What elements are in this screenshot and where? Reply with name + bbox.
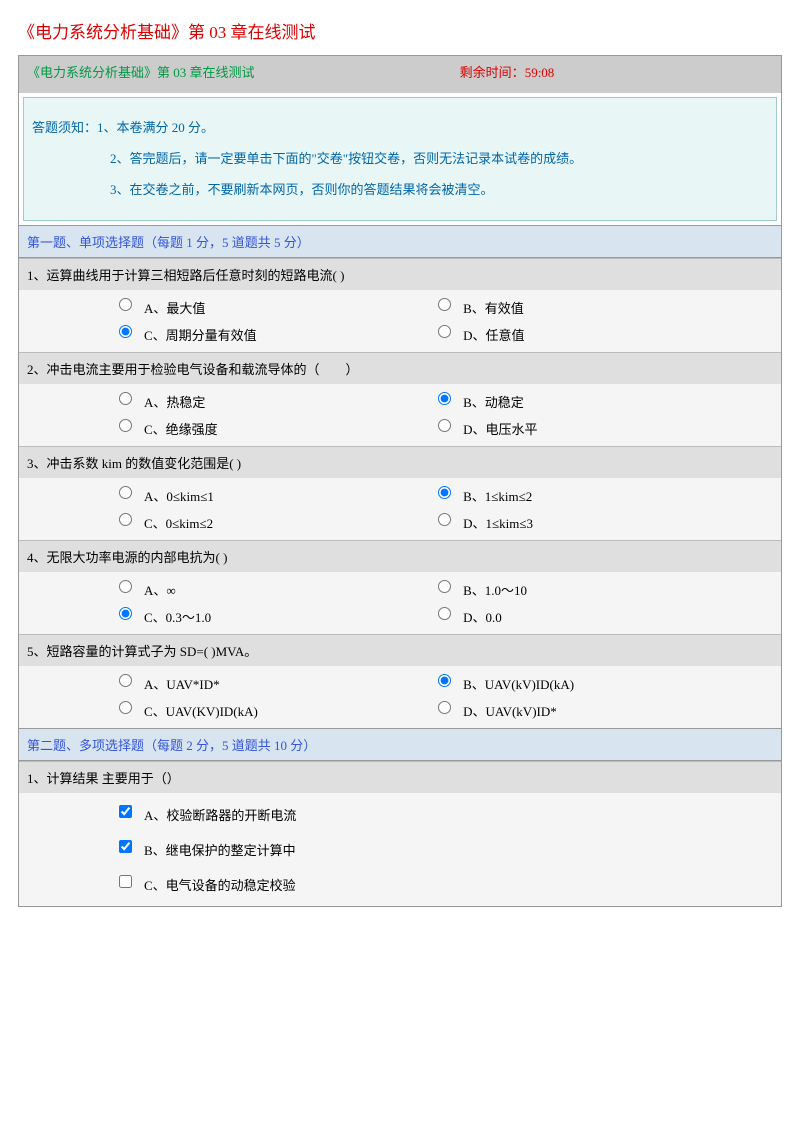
q3-radio-b[interactable] — [438, 486, 451, 499]
q4-label-b: B、1.0～10 — [463, 580, 527, 599]
q2-label-d: D、电压水平 — [463, 419, 537, 438]
quiz-container: 《电力系统分析基础》第 03 章在线测试 剩余时间：59:08 答题须知：1、本… — [18, 55, 782, 907]
q2-text: 2、冲击电流主要用于检验电气设备和载流导体的（ ） — [19, 352, 781, 384]
instruction-line-2: 2、答完题后，请一定要单击下面的"交卷"按钮交卷，否则无法记录本试卷的成绩。 — [32, 143, 768, 174]
q5-label-b: B、UAV(kV)ID(kA) — [463, 674, 574, 693]
q1-options: A、最大值 B、有效值 C、周期分量有效值 D、任意值 — [19, 290, 781, 352]
q5-label-a: A、UAV*ID* — [144, 674, 220, 693]
q2-radio-c[interactable] — [119, 419, 132, 432]
q2-radio-b[interactable] — [438, 392, 451, 405]
q4-label-a: A、∞ — [144, 580, 176, 599]
spacer — [19, 87, 781, 93]
mq1-label-b: B、继电保护的整定计算中 — [144, 840, 296, 859]
q5-radio-c[interactable] — [119, 701, 132, 714]
q3-options: A、0≤kim≤1 B、1≤kim≤2 C、0≤kim≤2 D、1≤kim≤3 — [19, 478, 781, 540]
section-2-header: 第二题、多项选择题（每题 2 分，5 道题共 10 分） — [19, 728, 781, 761]
mq1-check-b[interactable] — [119, 840, 132, 853]
q5-text: 5、短路容量的计算式子为 SD=( )MVA。 — [19, 634, 781, 666]
q3-label-d: D、1≤kim≤3 — [463, 513, 533, 532]
q1-radio-d[interactable] — [438, 325, 451, 338]
q1-radio-a[interactable] — [119, 298, 132, 311]
q4-label-d: D、0.0 — [463, 607, 502, 626]
mq1-label-c: C、电气设备的动稳定校验 — [144, 875, 296, 894]
q3-label-a: A、0≤kim≤1 — [144, 486, 214, 505]
instruction-line-3: 3、在交卷之前，不要刷新本网页，否则你的答题结果将会被清空。 — [32, 174, 768, 205]
instruction-line-1: 答题须知：1、本卷满分 20 分。 — [32, 112, 768, 143]
q4-text: 4、无限大功率电源的内部电抗为( ) — [19, 540, 781, 572]
q1-text: 1、运算曲线用于计算三相短路后任意时刻的短路电流( ) — [19, 258, 781, 290]
q3-radio-a[interactable] — [119, 486, 132, 499]
q3-radio-c[interactable] — [119, 513, 132, 526]
quiz-title-text: 《电力系统分析基础》第 03 章在线测试 — [27, 62, 460, 81]
q2-label-a: A、热稳定 — [144, 392, 205, 411]
q4-label-c: C、0.3～1.0 — [144, 607, 211, 626]
mq1-check-c[interactable] — [119, 875, 132, 888]
q3-label-c: C、0≤kim≤2 — [144, 513, 213, 532]
mq1-check-a[interactable] — [119, 805, 132, 818]
q5-label-d: D、UAV(kV)ID* — [463, 701, 557, 720]
q2-radio-d[interactable] — [438, 419, 451, 432]
q2-label-c: C、绝缘强度 — [144, 419, 218, 438]
q4-options: A、∞ B、1.0～10 C、0.3～1.0 D、0.0 — [19, 572, 781, 634]
q2-radio-a[interactable] — [119, 392, 132, 405]
instructions-box: 答题须知：1、本卷满分 20 分。 2、答完题后，请一定要单击下面的"交卷"按钮… — [23, 97, 777, 221]
q4-radio-b[interactable] — [438, 580, 451, 593]
timer-label: 剩余时间： — [460, 65, 525, 80]
q1-label-b: B、有效值 — [463, 298, 524, 317]
q5-label-c: C、UAV(KV)ID(kA) — [144, 701, 258, 720]
q4-radio-a[interactable] — [119, 580, 132, 593]
q2-options: A、热稳定 B、动稳定 C、绝缘强度 D、电压水平 — [19, 384, 781, 446]
q4-radio-d[interactable] — [438, 607, 451, 620]
q3-text: 3、冲击系数 kim 的数值变化范围是( ) — [19, 446, 781, 478]
q1-label-d: D、任意值 — [463, 325, 524, 344]
section-1-header: 第一题、单项选择题（每题 1 分，5 道题共 5 分） — [19, 225, 781, 258]
q1-label-a: A、最大值 — [144, 298, 205, 317]
q1-radio-b[interactable] — [438, 298, 451, 311]
q1-radio-c[interactable] — [119, 325, 132, 338]
timer: 剩余时间：59:08 — [460, 62, 555, 81]
q1-label-c: C、周期分量有效值 — [144, 325, 257, 344]
q4-radio-c[interactable] — [119, 607, 132, 620]
q5-radio-a[interactable] — [119, 674, 132, 687]
page-title: 《电力系统分析基础》第 03 章在线测试 — [18, 18, 782, 43]
quiz-header-bar: 《电力系统分析基础》第 03 章在线测试 剩余时间：59:08 — [19, 56, 781, 87]
mq1-label-a: A、校验断路器的开断电流 — [144, 805, 296, 824]
mq1-options: A、校验断路器的开断电流 B、继电保护的整定计算中 C、电气设备的动稳定校验 — [19, 793, 781, 906]
q5-radio-b[interactable] — [438, 674, 451, 687]
q3-radio-d[interactable] — [438, 513, 451, 526]
q5-options: A、UAV*ID* B、UAV(kV)ID(kA) C、UAV(KV)ID(kA… — [19, 666, 781, 728]
q2-label-b: B、动稳定 — [463, 392, 524, 411]
mq1-text: 1、计算结果 主要用于（） — [19, 761, 781, 793]
timer-value: 59:08 — [525, 65, 555, 80]
q5-radio-d[interactable] — [438, 701, 451, 714]
q3-label-b: B、1≤kim≤2 — [463, 486, 532, 505]
